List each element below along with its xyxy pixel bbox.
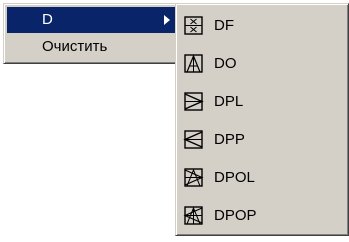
df-icon: [183, 14, 205, 36]
submenu: DF DO DPL DPP DPOL DPOP: [175, 3, 349, 236]
submenu-arrow-icon: [164, 15, 170, 25]
submenu-item-dpp[interactable]: DPP: [179, 121, 345, 159]
submenu-item-dpol[interactable]: DPOL: [179, 159, 345, 197]
do-icon: [183, 52, 205, 74]
submenu-item-do[interactable]: DO: [179, 45, 345, 83]
dpp-icon: [183, 128, 205, 150]
submenu-item-df[interactable]: DF: [179, 7, 345, 45]
dpop-icon: [183, 204, 205, 226]
dpl-icon: [183, 90, 205, 112]
submenu-item-label: DPP: [214, 131, 245, 148]
submenu-item-dpop[interactable]: DPOP: [179, 197, 345, 235]
submenu-item-label: DO: [214, 55, 237, 72]
screen: D Очистить DF DO DPL DPP DPOL DPOP: [0, 0, 349, 242]
context-menu: D Очистить: [3, 3, 183, 64]
submenu-item-label: DPOP: [214, 207, 257, 224]
submenu-item-dpl[interactable]: DPL: [179, 83, 345, 121]
menu-item-clear[interactable]: Очистить: [7, 34, 179, 60]
submenu-item-label: DPOL: [214, 169, 255, 186]
menu-item-d[interactable]: D: [7, 7, 179, 33]
menu-item-label: D: [42, 11, 53, 28]
dpol-icon: [183, 166, 205, 188]
submenu-item-label: DPL: [214, 93, 244, 110]
menu-item-label: Очистить: [42, 38, 108, 55]
submenu-item-label: DF: [214, 17, 234, 34]
